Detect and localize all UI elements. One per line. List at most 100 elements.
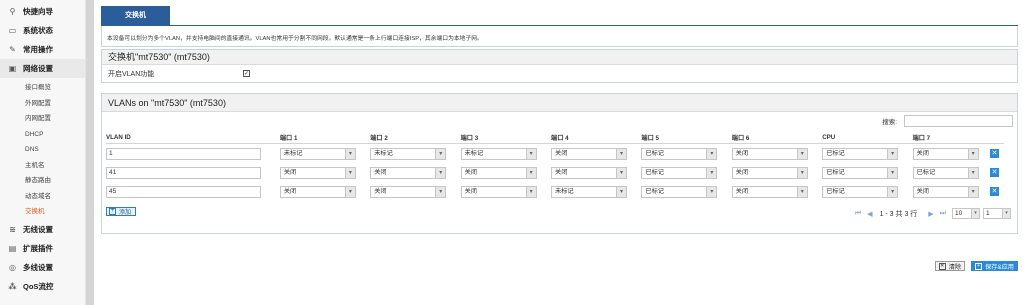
column-header: 端口 1 (279, 135, 298, 142)
port-mode-value: 已标记 (645, 168, 664, 176)
main-content: 交换机 本设备可以划分为多个VLAN，并支持电脑间的直接通讯。VLAN也常用于分… (101, 6, 1018, 234)
nav-group-label: 扩展插件 (23, 243, 53, 253)
port-mode-select[interactable]: 关闭 ▾ (731, 166, 808, 179)
page-number-select[interactable]: 1 ▾ (983, 208, 1011, 219)
sidebar-item-hostname[interactable]: 主机名 (0, 158, 85, 174)
nav-group-wizard[interactable]: ⚲ 快捷向导 (0, 2, 85, 21)
port-mode-value: 关闭 (374, 168, 387, 176)
port-mode-select[interactable]: 已标记 ▾ (641, 185, 718, 198)
chevron-down-icon: ▾ (887, 167, 898, 178)
sidebar-item-switch[interactable]: 交换机 (0, 204, 85, 220)
row-actions: ✕ (990, 149, 1004, 158)
nav-group-qos[interactable]: ⁂ QoS流控 (0, 277, 85, 296)
port-cell: 关闭 ▾ (370, 185, 460, 198)
port-mode-select[interactable]: 未标记 ▾ (551, 185, 628, 198)
clear-button[interactable]: ✕ 清除 (934, 261, 966, 271)
table-row: 45 关闭 ▾ 关闭 ▾ 关闭 ▾ 未标记 ▾ 已标记 ▾ 关闭 ▾ 已标记 ▾ 关闭 ▾ ✕ (106, 182, 1004, 201)
port-mode-select[interactable]: 关闭 ▾ (912, 185, 979, 198)
port-cell: 已标记 ▾ (912, 166, 990, 179)
port-mode-select[interactable]: 已标记 ▾ (822, 166, 899, 179)
sidebar-scrollbar[interactable] (86, 0, 94, 305)
column-header: CPU (822, 134, 836, 141)
column-header: 端口 3 (460, 135, 479, 142)
add-vlan-button[interactable]: + 添加 (106, 207, 137, 216)
page-size-select[interactable]: 10 ▾ (952, 208, 980, 219)
port-cell: 关闭 ▾ (460, 185, 551, 198)
column-header: 端口 5 (641, 135, 659, 142)
chevron-down-icon: ▾ (971, 209, 979, 218)
port-mode-select[interactable]: 关闭 ▾ (731, 147, 808, 160)
port-mode-select[interactable]: 未标记 ▾ (460, 147, 537, 160)
nav-group-multiline[interactable]: ◎ 多线设置 (0, 258, 85, 277)
chevron-down-icon: ▾ (887, 148, 898, 159)
chevron-down-icon: ▾ (525, 148, 536, 159)
port-mode-select[interactable]: 关闭 ▾ (370, 185, 447, 198)
vlan-id-input[interactable]: 45 (106, 185, 261, 198)
add-label: 添加 (119, 210, 132, 216)
port-mode-select[interactable]: 关闭 ▾ (279, 166, 356, 179)
port-mode-value: 已标记 (645, 187, 664, 195)
port-mode-select[interactable]: 关闭 ▾ (279, 185, 356, 198)
delete-row-icon[interactable]: ✕ (990, 168, 1000, 177)
port-mode-select[interactable]: 已标记 ▾ (912, 166, 979, 179)
sidebar-item-static-routes[interactable]: 静态路由 (0, 173, 85, 189)
save-apply-button[interactable]: + 保存&应用 (971, 261, 1018, 271)
vlan-section-title: VLANs on "mt7530" (mt7530) (102, 94, 1017, 112)
port-mode-select[interactable]: 关闭 ▾ (460, 185, 537, 198)
sidebar-item-interfaces[interactable]: 接口概览 (0, 80, 85, 96)
nav-group-status[interactable]: ▭ 系统状态 (0, 21, 85, 40)
port-mode-select[interactable]: 关闭 ▾ (551, 166, 628, 179)
port-mode-select[interactable]: 未标记 ▾ (279, 147, 356, 160)
column-header: 端口 2 (370, 135, 388, 142)
chevron-down-icon: ▾ (525, 167, 536, 178)
port-mode-select[interactable]: 关闭 ▾ (731, 185, 808, 198)
nav-group-plugins[interactable]: ▤ 扩展插件 (0, 239, 85, 258)
delete-row-icon[interactable]: ✕ (990, 149, 1000, 158)
port-mode-value: 已标记 (645, 149, 664, 157)
tab-switch[interactable]: 交换机 (101, 6, 170, 26)
port-cell: 已标记 ▾ (822, 166, 912, 179)
port-mode-select[interactable]: 已标记 ▾ (822, 147, 899, 160)
sidebar-item-dns[interactable]: DNS (0, 142, 85, 158)
port-mode-value: 关闭 (283, 168, 297, 176)
nav-group-wireless[interactable]: ≋ 无线设置 (0, 220, 85, 239)
first-page-icon[interactable]: ⏮ (855, 210, 861, 218)
port-mode-select[interactable]: 已标记 ▾ (822, 185, 899, 198)
nav-group-common-ops[interactable]: ✎ 常用操作 (0, 40, 85, 59)
chevron-down-icon: ▾ (796, 167, 807, 178)
port-mode-select[interactable]: 已标记 ▾ (641, 147, 718, 160)
search-input[interactable] (904, 115, 1013, 127)
row-actions: ✕ (990, 187, 1004, 196)
prev-page-icon[interactable]: ◀ (867, 210, 872, 218)
delete-row-icon[interactable]: ✕ (990, 187, 1000, 196)
port-mode-value: 已标记 (826, 187, 845, 195)
vlan-id-input[interactable]: 1 (106, 147, 261, 160)
port-mode-select[interactable]: 关闭 ▾ (460, 166, 537, 179)
sidebar-item-ddns[interactable]: 动态域名 (0, 189, 85, 205)
sidebar-item-lan[interactable]: 内网配置 (0, 111, 85, 127)
monitor-icon: ▭ (8, 26, 17, 35)
sidebar-item-dhcp[interactable]: DHCP (0, 127, 85, 143)
port-mode-select[interactable]: 关闭 ▾ (912, 147, 979, 160)
port-mode-value: 关闭 (916, 149, 929, 157)
port-mode-value: 关闭 (735, 149, 749, 157)
enable-vlan-row: 开启VLAN功能 ✓ (102, 65, 1017, 82)
port-mode-select[interactable]: 已标记 ▾ (641, 166, 718, 179)
port-mode-value: 未标记 (464, 149, 484, 157)
network-icon: ▣ (8, 64, 17, 73)
port-mode-value: 关闭 (464, 168, 477, 176)
next-page-icon[interactable]: ▶ (928, 210, 933, 218)
vlan-id-input[interactable]: 41 (106, 166, 261, 179)
sidebar-item-wan[interactable]: 外网配置 (0, 96, 85, 112)
enable-vlan-checkbox[interactable]: ✓ (243, 70, 250, 77)
port-cell: 已标记 ▾ (641, 185, 731, 198)
chevron-down-icon: ▾ (967, 148, 978, 159)
port-mode-select[interactable]: 未标记 ▾ (370, 147, 447, 160)
port-mode-select[interactable]: 关闭 ▾ (551, 147, 628, 160)
nav-group-network[interactable]: ▣ 网络设置 (0, 59, 85, 78)
nav-group-label: 快捷向导 (23, 7, 53, 16)
port-mode-value: 已标记 (916, 168, 936, 176)
last-page-icon[interactable]: ⏭ (940, 210, 946, 218)
port-mode-value: 未标记 (283, 149, 303, 157)
port-mode-select[interactable]: 关闭 ▾ (370, 166, 447, 179)
